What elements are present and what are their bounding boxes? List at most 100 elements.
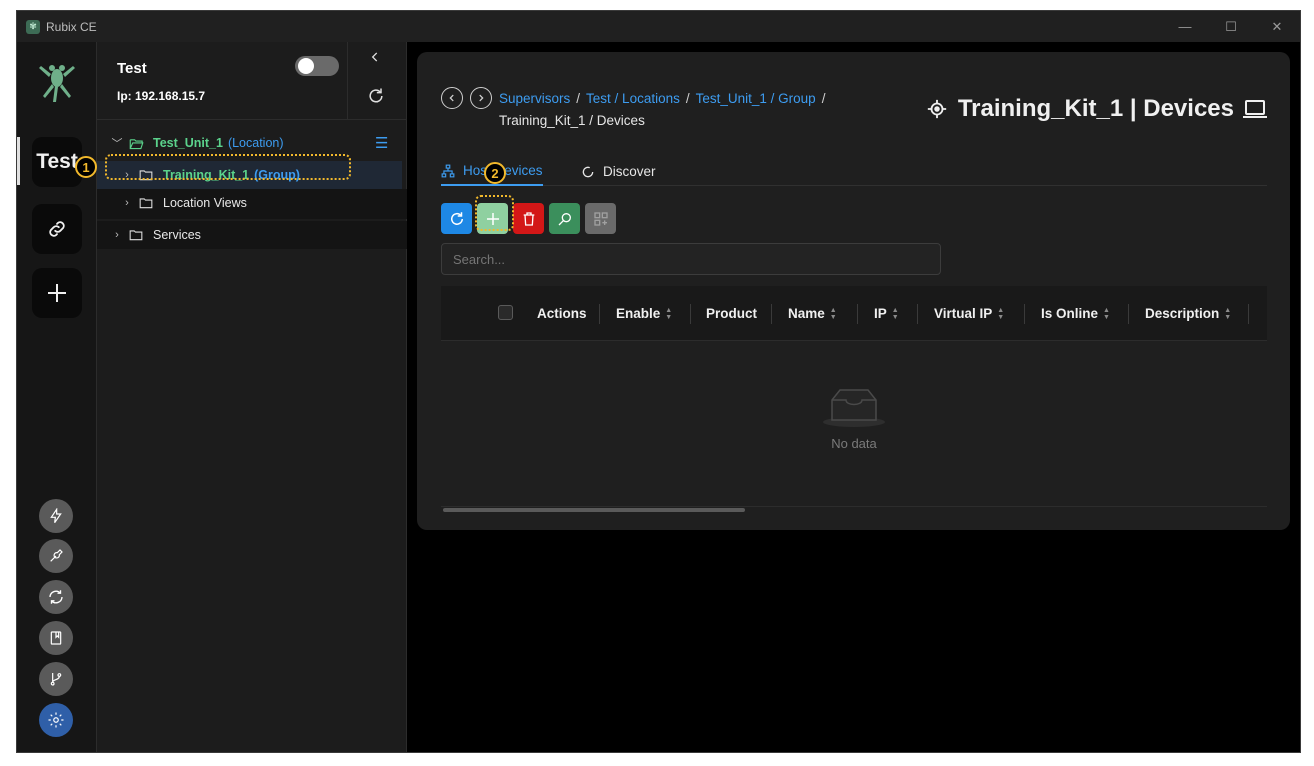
git-branch-icon (50, 673, 62, 686)
sort-icon[interactable]: ▲ ▼ (997, 307, 1004, 321)
tree-item-location-views-label: Location Views (163, 196, 247, 210)
rail-tools-button[interactable] (39, 539, 73, 573)
tree-item-location-label: Test_Unit_1 (153, 136, 223, 150)
app-logo-icon: ✾ (26, 19, 40, 34)
forward-button[interactable] (470, 87, 492, 109)
back-button[interactable] (441, 87, 463, 109)
chevron-right-icon[interactable]: › (121, 197, 133, 209)
tab-discover[interactable]: Discover (581, 157, 656, 186)
breadcrumb-group[interactable]: Test_Unit_1 / Group (696, 91, 816, 106)
column-ip[interactable]: IP ▲ ▼ (874, 286, 899, 341)
close-button[interactable]: ✕ (1254, 11, 1300, 42)
tab-discover-label: Discover (603, 164, 656, 179)
laptop-icon (1243, 100, 1267, 118)
rail-link-button[interactable] (32, 204, 82, 254)
rail-add-button[interactable] (32, 268, 82, 318)
tree-item-location-views[interactable]: › Location Views (97, 189, 407, 217)
sort-icon[interactable]: ▲ ▼ (892, 307, 899, 321)
plus-icon (48, 284, 66, 302)
column-actions: Actions (537, 306, 587, 321)
column-name[interactable]: Name ▲ ▼ (788, 286, 837, 341)
sort-icon[interactable]: ▲ ▼ (1103, 307, 1110, 321)
rail-active-indicator (17, 137, 20, 185)
annotation-highlight-1 (105, 154, 351, 180)
breadcrumb: Supervisors / Test / Locations / Test_Unit_1… (499, 88, 831, 128)
wrench-icon (50, 549, 63, 562)
empty-state-text: No data (831, 436, 877, 451)
folder-open-icon (129, 137, 145, 150)
link-icon (49, 221, 65, 237)
empty-inbox-icon (823, 389, 885, 427)
chevron-left-icon (449, 94, 454, 102)
column-description[interactable]: Description ▲ ▼ (1145, 286, 1231, 341)
delete-device-button[interactable] (513, 203, 544, 234)
main-content: Supervisors / Test / Locations / Test_Unit_1… (407, 42, 1300, 752)
devices-toolbar (441, 203, 616, 234)
title-bar: ✾ Rubix CE — ☐ ✕ (17, 11, 1300, 42)
refresh-icon (450, 211, 463, 225)
rail-test-button[interactable]: Test (32, 137, 82, 187)
header-divider (347, 42, 348, 120)
chevron-left-icon (371, 52, 378, 62)
rail-branch-button[interactable] (39, 662, 73, 696)
column-is-online[interactable]: Is Online ▲ ▼ (1041, 286, 1110, 341)
refresh-icon (369, 88, 383, 103)
trash-icon (523, 211, 534, 226)
tree-item-services-label: Services (153, 228, 201, 242)
table-header: Actions Enable ▲ ▼ Product Name ▲ ▼ IP ▲ ▼ Vir… (441, 286, 1267, 341)
collapse-panel-button[interactable] (368, 50, 382, 68)
horizontal-scrollbar[interactable] (443, 508, 745, 512)
lightning-icon (50, 508, 62, 524)
grid-plus-icon (593, 211, 608, 226)
sync-icon (49, 590, 63, 604)
chevron-down-icon[interactable]: ﹀ (111, 135, 123, 151)
breadcrumb-locations[interactable]: Test / Locations (586, 91, 680, 106)
tree-item-services[interactable]: › Services (97, 221, 407, 249)
sort-icon[interactable]: ▲ ▼ (665, 307, 672, 321)
column-product: Product (706, 306, 758, 321)
chevron-right-icon[interactable]: › (111, 229, 123, 241)
column-virtual-ip[interactable]: Virtual IP ▲ ▼ (934, 286, 1004, 341)
refresh-tree-button[interactable] (366, 86, 386, 109)
empty-state: No data (441, 386, 1267, 451)
scan-devices-button[interactable] (549, 203, 580, 234)
app-window: ✾ Rubix CE — ☐ ✕ Test Test Ip: 192.168.1… (16, 10, 1301, 753)
chevron-right-icon (479, 94, 484, 102)
left-rail: Test (17, 42, 97, 752)
select-all-checkbox[interactable] (498, 305, 513, 320)
grid-action-button[interactable] (585, 203, 616, 234)
host-toggle[interactable] (295, 56, 339, 76)
sort-icon[interactable]: ▲ ▼ (1224, 307, 1231, 321)
loading-icon (581, 165, 595, 179)
devices-card: Supervisors / Test / Locations / Test_Unit_1… (417, 52, 1290, 530)
refresh-devices-button[interactable] (441, 203, 472, 234)
network-icon (441, 164, 455, 178)
page-title-text: Training_Kit_1 | Devices (957, 95, 1234, 122)
annotation-number-2: 2 (484, 162, 506, 184)
breadcrumb-separator: / (576, 91, 581, 106)
tree-item-location[interactable]: ﹀ Test_Unit_1 (Location) ☰ (97, 129, 407, 157)
host-name: Test (117, 60, 147, 77)
column-enable[interactable]: Enable ▲ ▼ (616, 286, 672, 341)
menu-icon[interactable]: ☰ (375, 134, 388, 152)
target-icon (927, 99, 946, 119)
minimize-button[interactable]: — (1162, 11, 1208, 42)
rail-sync-button[interactable] (39, 580, 73, 614)
folder-icon (139, 197, 155, 209)
book-icon (50, 631, 62, 645)
tree-item-location-tag: (Location) (227, 136, 284, 150)
tab-bar: Host Devices Discover (441, 157, 1267, 186)
sort-icon[interactable]: ▲ ▼ (830, 307, 837, 321)
host-ip: Ip: 192.168.15.7 (117, 89, 206, 103)
breadcrumb-supervisors[interactable]: Supervisors (499, 91, 570, 106)
rail-docs-button[interactable] (39, 621, 73, 655)
page-title: Training_Kit_1 | Devices (926, 95, 1268, 123)
toggle-knob (298, 58, 314, 74)
search-icon (558, 212, 571, 225)
annotation-highlight-2 (475, 195, 514, 231)
horizontal-scroll-track (441, 506, 1267, 507)
rail-flash-button[interactable] (39, 499, 73, 533)
search-input[interactable] (441, 243, 941, 275)
maximize-button[interactable]: ☐ (1208, 11, 1254, 42)
rail-settings-button[interactable] (39, 703, 73, 737)
